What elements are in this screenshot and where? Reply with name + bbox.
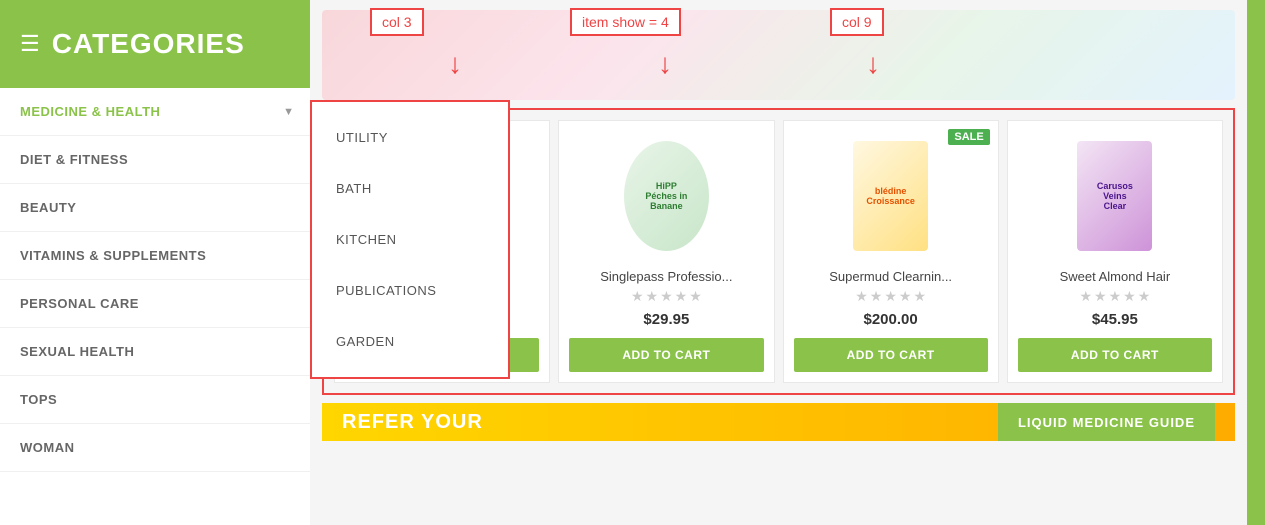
sidebar-link-woman[interactable]: WOMAN bbox=[0, 424, 310, 471]
product-img-hipp: HiPPPéches in Banane bbox=[624, 141, 709, 251]
subcategory-item-utility[interactable]: UTILITY bbox=[312, 112, 508, 163]
add-to-cart-button-3[interactable]: ADD TO CART bbox=[794, 338, 988, 372]
star-icon: ★ bbox=[884, 288, 897, 305]
subcategory-list: UTILITY BATH KITCHEN PUBLICATIONS GARDEN bbox=[312, 112, 508, 367]
bottom-banner-right: LIQUID MEDICINE GUIDE bbox=[998, 403, 1215, 441]
product-price-3: $200.00 bbox=[864, 311, 918, 328]
subcategory-panel: UTILITY BATH KITCHEN PUBLICATIONS GARDEN bbox=[310, 100, 510, 379]
sidebar-item-personal[interactable]: PERSONAL CARE bbox=[0, 280, 310, 328]
product-image-4: CarusosVeinsClear bbox=[1065, 131, 1165, 261]
menu-icon: ☰ bbox=[20, 31, 40, 57]
star-icon: ★ bbox=[1123, 288, 1136, 305]
star-icon: ★ bbox=[870, 288, 883, 305]
chevron-down-icon: ▼ bbox=[283, 106, 294, 118]
sidebar-header: ☰ CATEGORIES bbox=[0, 0, 310, 88]
product-card-4: CarusosVeinsClear Sweet Almond Hair ★ ★ … bbox=[1007, 120, 1223, 383]
itemshow-arrow-icon: ↓ bbox=[658, 50, 672, 78]
star-icon: ★ bbox=[1094, 288, 1107, 305]
star-icon: ★ bbox=[675, 288, 688, 305]
product-card-3: SALE blédineCroissance Supermud Clearnin… bbox=[783, 120, 999, 383]
subcategory-item-garden[interactable]: GARDEN bbox=[312, 316, 508, 367]
star-icon: ★ bbox=[689, 288, 702, 305]
subcategory-link-utility[interactable]: UTILITY bbox=[312, 112, 508, 163]
star-icon: ★ bbox=[855, 288, 868, 305]
star-icon: ★ bbox=[1109, 288, 1122, 305]
subcategory-link-bath[interactable]: BATH bbox=[312, 163, 508, 214]
bottom-banner-left-text: REFER YOUR bbox=[342, 411, 483, 434]
star-icon: ★ bbox=[646, 288, 659, 305]
bottom-banner-right-text: LIQUID MEDICINE GUIDE bbox=[1018, 415, 1195, 430]
sidebar-link-personal[interactable]: PERSONAL CARE bbox=[0, 280, 310, 327]
sidebar-link-diet[interactable]: DIET & FITNESS bbox=[0, 136, 310, 183]
subcategory-item-publications[interactable]: PUBLICATIONS bbox=[312, 265, 508, 316]
sale-badge: SALE bbox=[948, 129, 989, 145]
star-rating-2: ★ ★ ★ ★ ★ bbox=[631, 288, 702, 305]
product-name-2: Singlepass Professio... bbox=[569, 269, 763, 284]
add-to-cart-button-2[interactable]: ADD TO CART bbox=[569, 338, 763, 372]
col3-arrow-icon: ↓ bbox=[448, 50, 462, 78]
star-icon: ★ bbox=[631, 288, 644, 305]
product-name-3: Supermud Clearnin... bbox=[794, 269, 988, 284]
sidebar-item-tops[interactable]: TOPS bbox=[0, 376, 310, 424]
subcategory-item-bath[interactable]: BATH bbox=[312, 163, 508, 214]
sidebar-item-vitamins[interactable]: VITAMINS & SUPPLEMENTS bbox=[0, 232, 310, 280]
sidebar-item-diet[interactable]: DIET & FITNESS bbox=[0, 136, 310, 184]
sidebar-link-beauty[interactable]: BEAUTY bbox=[0, 184, 310, 231]
right-strip bbox=[1247, 0, 1265, 525]
product-price-2: $29.95 bbox=[643, 311, 689, 328]
sidebar-link-sexual[interactable]: SEXUAL HEALTH bbox=[0, 328, 310, 375]
product-image-2: HiPPPéches in Banane bbox=[616, 131, 716, 261]
sidebar-menu: MEDICINE & HEALTH ▼ DIET & FITNESS BEAUT… bbox=[0, 88, 310, 472]
col9-arrow-icon: ↓ bbox=[866, 50, 880, 78]
sidebar-link-vitamins[interactable]: VITAMINS & SUPPLEMENTS bbox=[0, 232, 310, 279]
product-image-3: blédineCroissance bbox=[841, 131, 941, 261]
product-img-carusos: CarusosVeinsClear bbox=[1077, 141, 1152, 251]
annotation-col9: col 9 bbox=[830, 8, 884, 36]
sidebar: ☰ CATEGORIES MEDICINE & HEALTH ▼ DIET & … bbox=[0, 0, 310, 525]
product-name-4: Sweet Almond Hair bbox=[1018, 269, 1212, 284]
star-rating-4: ★ ★ ★ ★ ★ bbox=[1079, 288, 1150, 305]
subcategory-link-publications[interactable]: PUBLICATIONS bbox=[312, 265, 508, 316]
sidebar-link-medicine[interactable]: MEDICINE & HEALTH bbox=[0, 88, 310, 135]
annotation-item-show: item show = 4 bbox=[570, 8, 681, 36]
subcategory-item-kitchen[interactable]: KITCHEN bbox=[312, 214, 508, 265]
star-icon: ★ bbox=[660, 288, 673, 305]
annotation-col3: col 3 bbox=[370, 8, 424, 36]
product-img-bledine: blédineCroissance bbox=[853, 141, 928, 251]
subcategory-link-garden[interactable]: GARDEN bbox=[312, 316, 508, 367]
star-icon: ★ bbox=[1079, 288, 1092, 305]
sidebar-item-sexual[interactable]: SEXUAL HEALTH bbox=[0, 328, 310, 376]
star-icon: ★ bbox=[1138, 288, 1151, 305]
star-icon: ★ bbox=[913, 288, 926, 305]
sidebar-item-beauty[interactable]: BEAUTY bbox=[0, 184, 310, 232]
subcategory-link-kitchen[interactable]: KITCHEN bbox=[312, 214, 508, 265]
product-price-4: $45.95 bbox=[1092, 311, 1138, 328]
star-icon: ★ bbox=[899, 288, 912, 305]
add-to-cart-button-4[interactable]: ADD TO CART bbox=[1018, 338, 1212, 372]
product-card-2: HiPPPéches in Banane Singlepass Professi… bbox=[558, 120, 774, 383]
star-rating-3: ★ ★ ★ ★ ★ bbox=[855, 288, 926, 305]
bottom-banner: REFER YOUR LIQUID MEDICINE GUIDE bbox=[322, 403, 1235, 441]
sidebar-title: CATEGORIES bbox=[52, 28, 245, 60]
sidebar-item-medicine[interactable]: MEDICINE & HEALTH ▼ bbox=[0, 88, 310, 136]
sidebar-link-tops[interactable]: TOPS bbox=[0, 376, 310, 423]
sidebar-item-woman[interactable]: WOMAN bbox=[0, 424, 310, 472]
